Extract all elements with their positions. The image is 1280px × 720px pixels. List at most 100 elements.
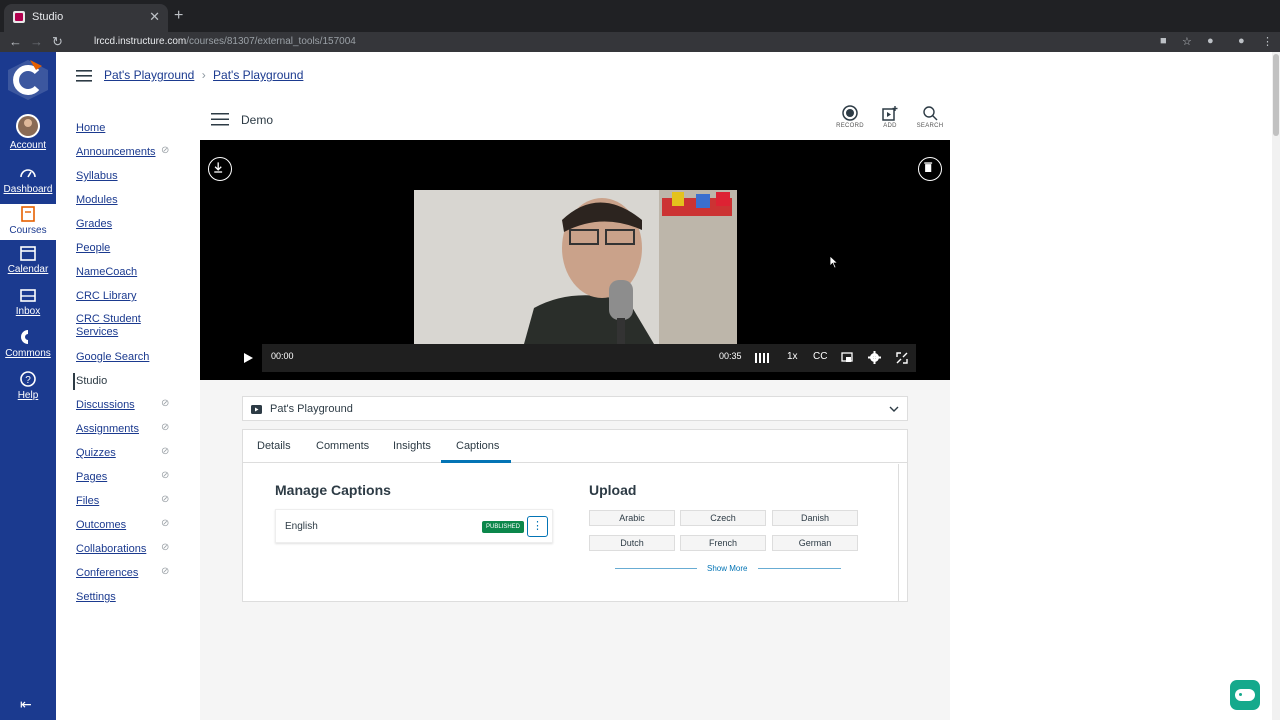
new-tab-icon[interactable]: + <box>174 7 183 25</box>
course-nav-quizzes[interactable]: Quizzes <box>76 447 116 459</box>
studio-media-title: Demo <box>241 113 274 127</box>
nav-calendar[interactable]: Calendar <box>0 244 56 275</box>
add-button[interactable]: ADD <box>873 105 907 129</box>
breadcrumb-studio-link[interactable]: Pat's Playground <box>213 68 303 82</box>
extension-icon[interactable]: ● <box>1207 35 1214 47</box>
browser-tab-bar: Studio ✕ + <box>0 0 1280 32</box>
profile-icon[interactable]: ● <box>1238 35 1245 47</box>
inbox-icon <box>20 289 36 302</box>
download-icon <box>214 162 223 173</box>
upload-language-button[interactable]: French <box>680 535 766 551</box>
page-scrollbar[interactable] <box>1272 52 1280 720</box>
course-nav-grades[interactable]: Grades <box>76 218 112 230</box>
fullscreen-icon[interactable] <box>896 352 908 364</box>
course-nav-outcomes[interactable]: Outcomes <box>76 519 126 531</box>
upload-language-button[interactable]: Czech <box>680 510 766 526</box>
hidden-from-students-icon: ⊘ <box>161 566 170 577</box>
nav-help[interactable]: ? Help <box>0 370 56 401</box>
course-nav-announcements[interactable]: Announcements <box>76 146 156 158</box>
hidden-from-students-icon: ⊘ <box>161 398 170 409</box>
camera-icon[interactable]: ■ <box>1160 35 1167 47</box>
help-icon: ? <box>20 371 36 387</box>
tab-captions[interactable]: Captions <box>456 440 499 452</box>
browser-tab[interactable]: Studio ✕ <box>4 4 168 32</box>
course-nav-crc-student-services[interactable]: CRC Student Services <box>76 313 166 339</box>
back-icon[interactable]: ← <box>9 34 22 49</box>
hidden-from-students-icon: ⊘ <box>161 422 170 433</box>
course-nav-conferences[interactable]: Conferences <box>76 567 138 579</box>
nav-account[interactable]: Account <box>0 114 56 151</box>
tab-insights[interactable]: Insights <box>393 440 431 452</box>
course-nav-modules[interactable]: Modules <box>76 194 118 206</box>
upload-language-button[interactable]: Danish <box>772 510 858 526</box>
reload-icon[interactable]: ↻ <box>52 34 63 50</box>
search-icon <box>923 106 938 121</box>
browser-toolbar: ← → ↻ lrccd.instructure.com/courses/8130… <box>0 32 1280 52</box>
page-right-area <box>950 52 1272 720</box>
svg-text:?: ? <box>25 375 31 386</box>
hidden-from-students-icon: ⊘ <box>161 470 170 481</box>
course-nav-pages[interactable]: Pages <box>76 471 107 483</box>
collapse-nav-icon[interactable]: ⇤ <box>20 696 32 713</box>
close-tab-icon[interactable]: ✕ <box>149 9 160 25</box>
video-frame <box>414 190 737 344</box>
duration: 00:35 <box>719 351 742 361</box>
course-nav-people[interactable]: People <box>76 242 110 254</box>
record-button[interactable]: RECORD <box>833 105 867 129</box>
delete-button[interactable] <box>918 157 942 181</box>
settings-gear-icon[interactable] <box>868 351 881 364</box>
address-bar[interactable]: lrccd.instructure.com/courses/81307/exte… <box>94 36 356 47</box>
play-button[interactable] <box>234 344 262 372</box>
active-nav-indicator <box>73 373 75 390</box>
nav-commons[interactable]: Commons <box>0 328 56 359</box>
upload-language-button[interactable]: Dutch <box>589 535 675 551</box>
chat-bubble-icon <box>1239 693 1242 696</box>
nav-courses[interactable]: Courses <box>0 204 56 240</box>
picture-in-picture-icon[interactable] <box>841 352 853 364</box>
chat-support-button[interactable] <box>1230 680 1260 710</box>
course-nav-namecoach[interactable]: NameCoach <box>76 266 137 278</box>
scrollbar-thumb[interactable] <box>1273 54 1279 136</box>
search-button[interactable]: SEARCH <box>913 105 947 129</box>
caption-options-kebab-icon[interactable]: ⋮ <box>527 516 548 537</box>
course-nav-crc-library[interactable]: CRC Library <box>76 290 137 302</box>
avatar-icon <box>16 114 40 138</box>
caption-language: English <box>285 521 318 532</box>
show-more-link[interactable]: Show More <box>707 564 747 573</box>
studio-menu-icon[interactable] <box>211 113 229 126</box>
browser-menu-icon[interactable]: ⋮ <box>1262 35 1273 48</box>
course-nav-settings[interactable]: Settings <box>76 591 116 603</box>
upload-heading: Upload <box>589 482 637 498</box>
transcript-bars-icon[interactable] <box>755 353 771 363</box>
collection-select[interactable]: Pat's Playground <box>242 396 908 421</box>
breadcrumb-course-link[interactable]: Pat's Playground <box>104 68 194 82</box>
collection-select-value: Pat's Playground <box>270 403 353 415</box>
seek-bar[interactable] <box>262 344 710 372</box>
media-details-panel: Details Comments Insights Captions Manag… <box>242 429 908 602</box>
nav-inbox[interactable]: Inbox <box>0 286 56 317</box>
forward-icon[interactable]: → <box>30 34 43 49</box>
course-nav-files[interactable]: Files <box>76 495 99 507</box>
canvas-logo-icon[interactable] <box>4 56 52 104</box>
playback-speed-button[interactable]: 1x <box>787 351 798 362</box>
nav-dashboard[interactable]: Dashboard <box>0 164 56 195</box>
presenter-video-image <box>414 190 737 344</box>
bookmark-star-icon[interactable]: ☆ <box>1182 35 1192 48</box>
tab-comments[interactable]: Comments <box>316 440 369 452</box>
course-nav-home[interactable]: Home <box>76 122 105 134</box>
tab-details[interactable]: Details <box>257 440 291 452</box>
caption-row-english: English PUBLISHED ⋮ <box>275 509 553 543</box>
course-nav-studio[interactable]: Studio <box>76 375 107 387</box>
course-nav-syllabus[interactable]: Syllabus <box>76 170 118 182</box>
upload-language-button[interactable]: German <box>772 535 858 551</box>
course-nav-assignments[interactable]: Assignments <box>76 423 139 435</box>
download-button[interactable] <box>208 157 232 181</box>
dashboard-icon <box>20 169 36 178</box>
course-nav-google-search[interactable]: Google Search <box>76 351 149 363</box>
upload-language-button[interactable]: Arabic <box>589 510 675 526</box>
course-nav-collaborations[interactable]: Collaborations <box>76 543 146 555</box>
browser-tab-title: Studio <box>32 11 64 23</box>
course-menu-toggle-icon[interactable] <box>76 70 92 82</box>
closed-captions-button[interactable]: CC <box>813 351 827 362</box>
course-nav-discussions[interactable]: Discussions <box>76 399 135 411</box>
